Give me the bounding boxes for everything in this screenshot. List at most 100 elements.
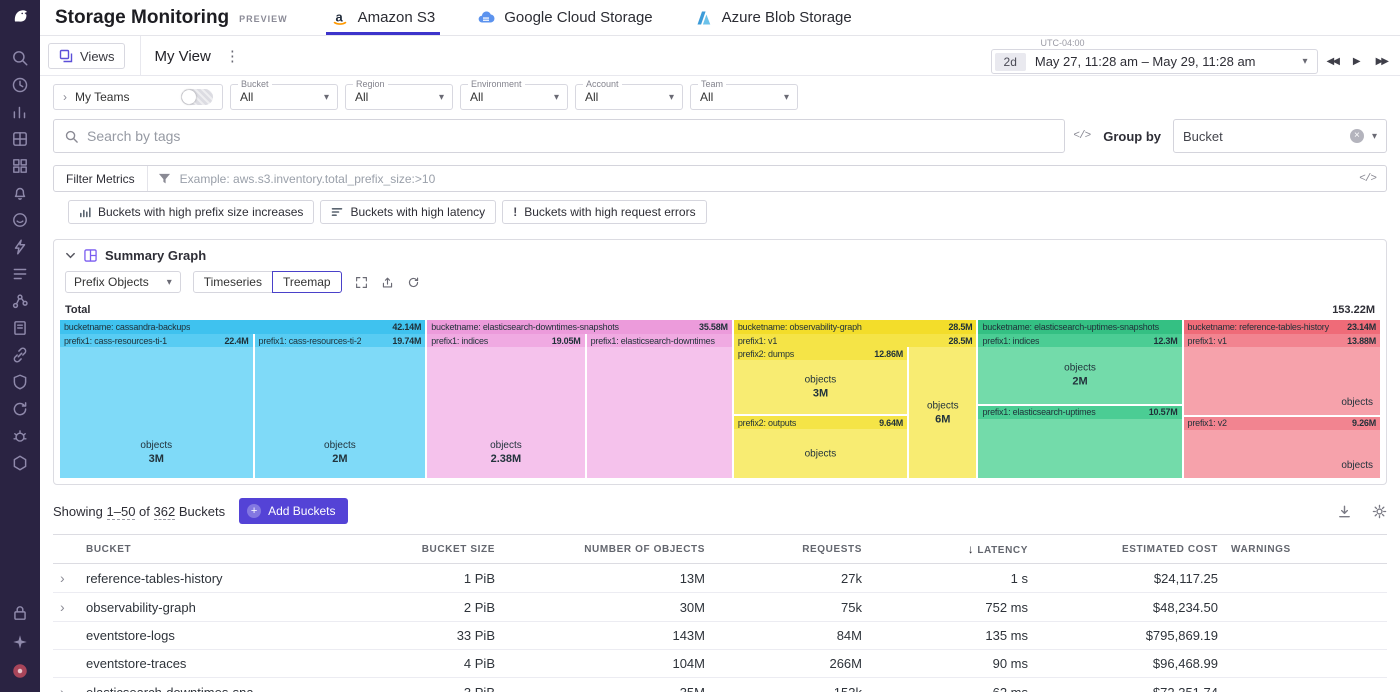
region-filter[interactable]: Region All ▾ bbox=[345, 84, 453, 110]
treemap-bucket-reference-tables-history[interactable]: bucketname: reference-tables-history23.1… bbox=[1184, 320, 1380, 478]
funnel-icon bbox=[158, 173, 171, 185]
view-menu-icon[interactable]: ⋮ bbox=[225, 47, 240, 65]
column-bucket[interactable]: BUCKET bbox=[86, 535, 341, 564]
add-buckets-button[interactable]: + Add Buckets bbox=[239, 498, 348, 524]
treemap-bucket-cassandra-backups[interactable]: bucketname: cassandra-backups42.14M pref… bbox=[60, 320, 425, 478]
refresh-icon[interactable] bbox=[407, 276, 420, 289]
filter-metrics-bar[interactable]: Filter Metrics Example: aws.s3.inventory… bbox=[53, 165, 1387, 192]
dashboards-icon[interactable] bbox=[11, 157, 29, 175]
code-view-icon[interactable]: </> bbox=[1073, 130, 1090, 142]
group-by-select[interactable]: Bucket × ▾ bbox=[1173, 119, 1387, 153]
treemap-bucket-elasticsearch-downtimes-snapshots[interactable]: bucketname: elasticsearch-downtimes-snap… bbox=[427, 320, 732, 478]
sparkle-icon[interactable] bbox=[11, 633, 29, 651]
column-bucket-size[interactable]: BUCKET SIZE bbox=[341, 535, 495, 564]
expand-chevron-icon[interactable]: › bbox=[53, 678, 86, 692]
tab-azure-blob-storage[interactable]: Azure Blob Storage bbox=[695, 0, 852, 35]
logs-icon[interactable] bbox=[11, 265, 29, 283]
bits-ai-icon[interactable] bbox=[11, 662, 29, 680]
search-input[interactable] bbox=[87, 128, 1054, 144]
bucket-name-cell[interactable]: reference-tables-history bbox=[86, 564, 341, 593]
lock-icon[interactable] bbox=[11, 604, 29, 622]
datadog-logo-icon[interactable] bbox=[11, 7, 29, 25]
team-filter[interactable]: Team All ▾ bbox=[690, 84, 798, 110]
my-teams-filter[interactable]: › My Teams bbox=[53, 84, 223, 110]
bucket-name-cell[interactable]: observability-graph bbox=[86, 593, 341, 622]
treemap-cell-indices[interactable]: prefix1: indices19.05M objects2.38M bbox=[427, 334, 584, 478]
search-icon[interactable] bbox=[11, 49, 29, 67]
tab-google-cloud-storage[interactable]: Google Cloud Storage bbox=[477, 0, 652, 35]
treemap-cell-elasticsearch-uptimes[interactable]: prefix1: elasticsearch-uptimes10.57M bbox=[978, 406, 1181, 478]
integrations-icon[interactable] bbox=[11, 346, 29, 364]
treemap-cell-indices[interactable]: prefix1: indices12.3M objects2M bbox=[978, 334, 1181, 404]
column-latency[interactable]: ↓LATENCY bbox=[862, 535, 1028, 564]
bucket-filter[interactable]: Bucket All ▾ bbox=[230, 84, 338, 110]
download-icon[interactable] bbox=[1337, 504, 1352, 519]
treemap-cell-elasticsearch-downtimes[interactable]: prefix1: elasticsearch-downtimes bbox=[587, 334, 732, 478]
bucket-name-cell[interactable]: eventstore-logs bbox=[86, 622, 341, 650]
expand-chevron-icon[interactable]: › bbox=[53, 564, 86, 593]
traces-icon[interactable] bbox=[11, 292, 29, 310]
table-row[interactable]: eventstore-logs 33 PiB 143M 84M 135 ms $… bbox=[53, 622, 1387, 650]
column-number-of-objects[interactable]: NUMBER OF OBJECTS bbox=[495, 535, 705, 564]
profiling-icon[interactable] bbox=[11, 454, 29, 472]
collapse-chevron-icon[interactable] bbox=[65, 250, 76, 261]
expand-chevron-icon[interactable]: › bbox=[53, 593, 86, 622]
chevron-down-icon: ▾ bbox=[554, 92, 559, 103]
clear-icon[interactable]: × bbox=[1350, 129, 1364, 143]
metrics-icon[interactable] bbox=[11, 103, 29, 121]
share-icon[interactable] bbox=[381, 276, 394, 289]
treemap-cell-v2[interactable]: prefix1: v29.26M objects bbox=[1184, 417, 1380, 478]
history-icon[interactable] bbox=[11, 76, 29, 94]
security-icon[interactable] bbox=[11, 373, 29, 391]
table-row[interactable]: › reference-tables-history 1 PiB 13M 27k… bbox=[53, 564, 1387, 593]
expand-icon[interactable] bbox=[355, 276, 368, 289]
treemap-cell-outputs[interactable]: prefix2: outputs9.64M objects bbox=[734, 416, 907, 478]
rewind-button[interactable]: ◀◀ bbox=[1327, 56, 1338, 67]
monitors-icon[interactable] bbox=[11, 184, 29, 202]
table-row[interactable]: › elasticsearch-downtimes-sna... 3 PiB 3… bbox=[53, 678, 1387, 692]
range-shortcut-chip[interactable]: 2d bbox=[995, 53, 1026, 71]
time-range-picker[interactable]: 2d May 27, 11:28 am – May 29, 11:28 am ▾ bbox=[991, 49, 1318, 74]
environment-filter[interactable]: Environment All ▾ bbox=[460, 84, 568, 110]
my-teams-toggle[interactable] bbox=[181, 89, 213, 105]
views-button[interactable]: Views bbox=[48, 43, 125, 69]
code-view-icon[interactable]: </> bbox=[1359, 173, 1376, 185]
treemap-cell-v1[interactable]: prefix1: v113.88M objects bbox=[1184, 334, 1380, 415]
treemap-cell-v1-objects[interactable]: objects6M bbox=[909, 347, 976, 478]
treemap-bucket-observability-graph[interactable]: bucketname: observability-graph28.5M pre… bbox=[734, 320, 977, 478]
table-row[interactable]: eventstore-traces 4 PiB 104M 266M 90 ms … bbox=[53, 650, 1387, 678]
page-range[interactable]: 1–50 bbox=[107, 504, 136, 520]
mode-treemap-button[interactable]: Treemap bbox=[272, 271, 342, 293]
tag-search[interactable] bbox=[53, 119, 1065, 153]
prefix-name: prefix1: cass-resources-ti-1 bbox=[64, 336, 167, 346]
column-estimated-cost[interactable]: ESTIMATED COST bbox=[1028, 535, 1218, 564]
table-toolbar: Showing 1–50 of 362 Buckets + Add Bucket… bbox=[40, 485, 1400, 534]
column-warnings[interactable]: WARNINGS bbox=[1218, 535, 1387, 564]
mode-timeseries-button[interactable]: Timeseries bbox=[193, 271, 273, 293]
treemap-cell-dumps[interactable]: prefix2: dumps12.86M objects3M bbox=[734, 347, 907, 414]
bucket-name-cell[interactable]: eventstore-traces bbox=[86, 650, 341, 678]
treemap-bucket-elasticsearch-uptimes-snapshots[interactable]: bucketname: elasticsearch-uptimes-snapsh… bbox=[978, 320, 1181, 478]
bucket-name-cell[interactable]: elasticsearch-downtimes-sna... bbox=[86, 678, 341, 692]
infrastructure-icon[interactable] bbox=[11, 130, 29, 148]
apm-icon[interactable] bbox=[11, 238, 29, 256]
quick-filter-latency[interactable]: Buckets with high latency bbox=[320, 200, 496, 224]
metric-select[interactable]: Prefix Objects ▾ bbox=[65, 271, 181, 293]
quick-filter-request-errors[interactable]: ! Buckets with high request errors bbox=[502, 200, 706, 224]
treemap-cell-cass-resources-ti-1[interactable]: prefix1: cass-resources-ti-122.4M object… bbox=[60, 334, 253, 478]
account-filter[interactable]: Account All ▾ bbox=[575, 84, 683, 110]
filter-metrics-placeholder: Example: aws.s3.inventory.total_prefix_s… bbox=[180, 172, 1360, 186]
fast-forward-button[interactable]: ▶▶ bbox=[1376, 56, 1387, 67]
watchdog-icon[interactable] bbox=[11, 211, 29, 229]
error-tracking-icon[interactable] bbox=[11, 427, 29, 445]
total-count[interactable]: 362 bbox=[154, 504, 176, 520]
table-row[interactable]: › observability-graph 2 PiB 30M 75k 752 … bbox=[53, 593, 1387, 622]
workflows-icon[interactable] bbox=[11, 400, 29, 418]
notebook-icon[interactable] bbox=[11, 319, 29, 337]
gear-icon[interactable] bbox=[1372, 504, 1387, 519]
quick-filter-prefix-size[interactable]: Buckets with high prefix size increases bbox=[68, 200, 314, 224]
treemap-cell-cass-resources-ti-2[interactable]: prefix1: cass-resources-ti-219.74M objec… bbox=[255, 334, 426, 478]
tab-amazon-s3[interactable]: a Amazon S3 bbox=[331, 0, 436, 35]
play-button[interactable]: ▶ bbox=[1353, 56, 1361, 67]
column-requests[interactable]: REQUESTS bbox=[705, 535, 862, 564]
